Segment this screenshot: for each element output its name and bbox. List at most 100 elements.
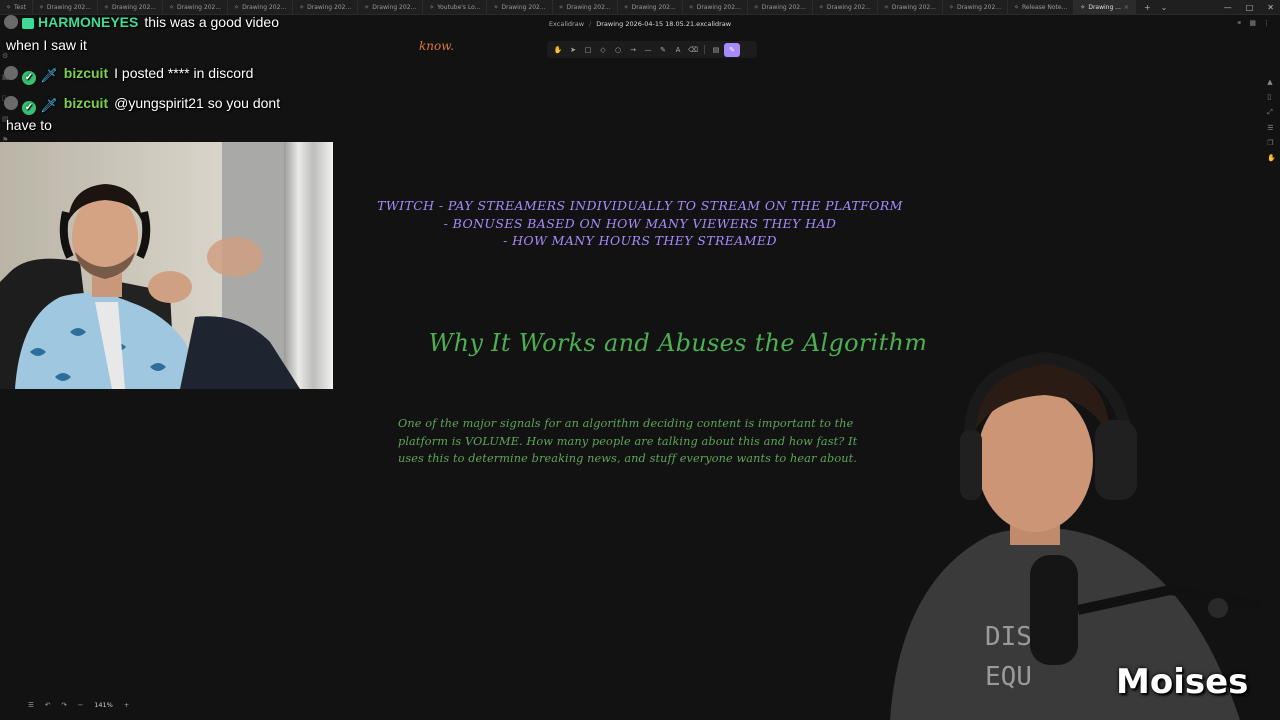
guest-webcam-image xyxy=(0,142,333,389)
tab-label: Drawing 202... xyxy=(631,3,676,11)
excalidraw-tab-icon: ✧ xyxy=(38,3,44,11)
ellipse-icon[interactable]: ○ xyxy=(611,43,625,57)
chat-username: bizcuit xyxy=(63,95,109,111)
maximize-icon[interactable]: □ xyxy=(1246,3,1254,12)
zoom-in-button[interactable]: + xyxy=(124,701,129,709)
hand-icon[interactable]: ✋ xyxy=(551,43,565,57)
copy-icon[interactable]: ❐ xyxy=(1267,139,1276,147)
excalidraw-tab-icon: ✧ xyxy=(6,3,12,11)
arrow-icon[interactable]: → xyxy=(626,43,640,57)
breadcrumb-file[interactable]: Drawing 2026-04-15 18.05.21.excalidraw xyxy=(596,20,731,28)
breadcrumb-app[interactable]: Excalidraw xyxy=(549,20,584,28)
excalidraw-tab-icon: ✧ xyxy=(883,3,889,11)
chat-username: HARMONEYES xyxy=(38,14,139,30)
chat-message: ✓ 🗡 bizcuit @yungspirit21 so you dont xyxy=(4,95,280,115)
tab-1[interactable]: ✧ Drawing 202... xyxy=(33,0,98,14)
orange-text-fragment[interactable]: know. xyxy=(419,39,454,53)
avatar xyxy=(4,66,18,80)
link-icon[interactable]: ⚭ xyxy=(1237,19,1243,27)
tab-12[interactable]: ✧ Drawing 202... xyxy=(748,0,813,14)
zoom-out-button[interactable]: − xyxy=(78,701,83,709)
breadcrumb-separator: / xyxy=(589,20,592,28)
tab-label: Drawing 202... xyxy=(956,3,1001,11)
tab-label: Drawing 202... xyxy=(761,3,806,11)
close-icon[interactable]: ✕ xyxy=(1267,3,1274,12)
redo-icon[interactable]: ↷ xyxy=(61,701,66,709)
pencil-icon[interactable]: ✎ xyxy=(656,43,670,57)
tab-7[interactable]: ✧ Youtube's Lo... xyxy=(423,0,488,14)
tab-4[interactable]: ✧ Drawing 202... xyxy=(228,0,294,14)
tab-3[interactable]: ✧ Drawing 202... xyxy=(163,0,229,14)
tab-close-icon[interactable]: × xyxy=(1124,4,1129,11)
expand-icon[interactable]: ⤢ xyxy=(1267,108,1276,117)
tab-list-icon[interactable]: ⌄ xyxy=(1161,3,1168,12)
book-icon[interactable]: ▦ xyxy=(1249,19,1256,27)
chat-continuation: have to xyxy=(6,117,52,133)
undo-icon[interactable]: ↶ xyxy=(45,701,50,709)
verified-badge-icon: ✓ xyxy=(22,101,36,115)
excalidraw-tab-icon: ✧ xyxy=(818,3,824,11)
tab-14[interactable]: ✧ Drawing 202... xyxy=(878,0,943,14)
window-controls: — □ ✕ xyxy=(1224,0,1274,14)
panel-icon[interactable]: ▲ xyxy=(1267,78,1276,86)
chat-text: @yungspirit21 so you dont xyxy=(114,95,281,111)
excalidraw-tab-icon: ✧ xyxy=(948,3,954,11)
tab-label: Drawing 202... xyxy=(501,3,546,11)
new-tab-icon[interactable]: + xyxy=(1144,3,1151,12)
right-rail: ▲ ▯ ⤢ ☰ ❐ ✋ xyxy=(1267,78,1276,162)
twitch-line: TWITCH - PAY STREAMERS INDIVIDUALLY TO S… xyxy=(377,198,903,213)
tab-label: Drawing ... xyxy=(1088,3,1121,11)
list-icon[interactable]: ☰ xyxy=(1267,124,1276,132)
text-icon[interactable]: A xyxy=(671,43,685,57)
tab-9[interactable]: ✧ Drawing 202... xyxy=(553,0,618,14)
host-nametag: Moises xyxy=(1116,662,1249,702)
chat-message: HARMONEYES this was a good video xyxy=(4,14,279,30)
eraser-icon[interactable]: ⌫ xyxy=(686,43,700,57)
zoom-level[interactable]: 141% xyxy=(94,701,113,709)
guest-webcam xyxy=(0,142,333,389)
laser-icon[interactable]: ✎ xyxy=(724,42,740,57)
excalidraw-tab-icon: ✧ xyxy=(558,3,564,11)
tab-label: Drawing 202... xyxy=(46,3,91,11)
tab-13[interactable]: ✧ Drawing 202... xyxy=(813,0,878,14)
menu-icon[interactable]: ☰ xyxy=(28,701,34,709)
tab-11[interactable]: ✧ Drawing 202... xyxy=(683,0,748,14)
tab-8[interactable]: ✧ Drawing 202... xyxy=(487,0,553,14)
library-icon[interactable]: ▤ xyxy=(709,43,723,57)
excalidraw-tab-icon: ✧ xyxy=(1013,3,1020,11)
chat-continuation: when I saw it xyxy=(6,37,87,53)
avatar xyxy=(4,96,18,110)
hand-pointer-icon[interactable]: ✋ xyxy=(1267,154,1276,162)
chat-username: bizcuit xyxy=(63,65,109,81)
tab-0[interactable]: ✧ Test xyxy=(0,0,33,14)
more-icon[interactable]: ⋮ xyxy=(1263,19,1270,27)
rectangle-icon[interactable]: □ xyxy=(581,43,595,57)
select-icon[interactable]: ➤ xyxy=(566,43,580,57)
gift-badge-icon xyxy=(22,18,34,29)
tab-16[interactable]: ✧ Release Note... xyxy=(1008,0,1075,14)
zoom-controls: ☰ ↶ ↷ − 141% + xyxy=(28,701,129,709)
excalidraw-tab-icon: ✧ xyxy=(299,3,305,11)
chat-message: ✓ 🗡 bizcuit I posted **** in discord xyxy=(4,65,253,85)
tab-5[interactable]: ✧ Drawing 202... xyxy=(293,0,359,14)
tab-2[interactable]: ✧ Drawing 202... xyxy=(98,0,163,14)
tab-label: Drawing 202... xyxy=(372,3,417,11)
tab-10[interactable]: ✧ Drawing 202... xyxy=(618,0,683,14)
page-icon[interactable]: ▯ xyxy=(1267,93,1276,101)
diamond-icon[interactable]: ◇ xyxy=(596,43,610,57)
tab-label: Drawing 202... xyxy=(891,3,936,11)
line-icon[interactable]: — xyxy=(641,43,655,57)
excalidraw-tab-icon: ✧ xyxy=(429,3,435,11)
tab-6[interactable]: ✧ Drawing 202... xyxy=(358,0,424,14)
minimize-icon[interactable]: — xyxy=(1224,3,1232,12)
tab-17[interactable]: ✧ Drawing ... × xyxy=(1074,0,1136,14)
excalidraw-tab-icon: ✧ xyxy=(753,3,759,11)
twitch-line: - BONUSES BASED ON HOW MANY VIEWERS THEY… xyxy=(443,215,837,231)
chat-text: this was a good video xyxy=(144,14,279,30)
toolbar-divider xyxy=(704,45,705,54)
settings-icon[interactable]: ⚙ xyxy=(2,52,9,60)
avatar xyxy=(4,15,18,29)
tab-15[interactable]: ✧ Drawing 202... xyxy=(943,0,1008,14)
tab-label: Drawing 202... xyxy=(826,3,871,11)
twitch-notes[interactable]: TWITCH - PAY STREAMERS INDIVIDUALLY TO S… xyxy=(330,197,950,250)
